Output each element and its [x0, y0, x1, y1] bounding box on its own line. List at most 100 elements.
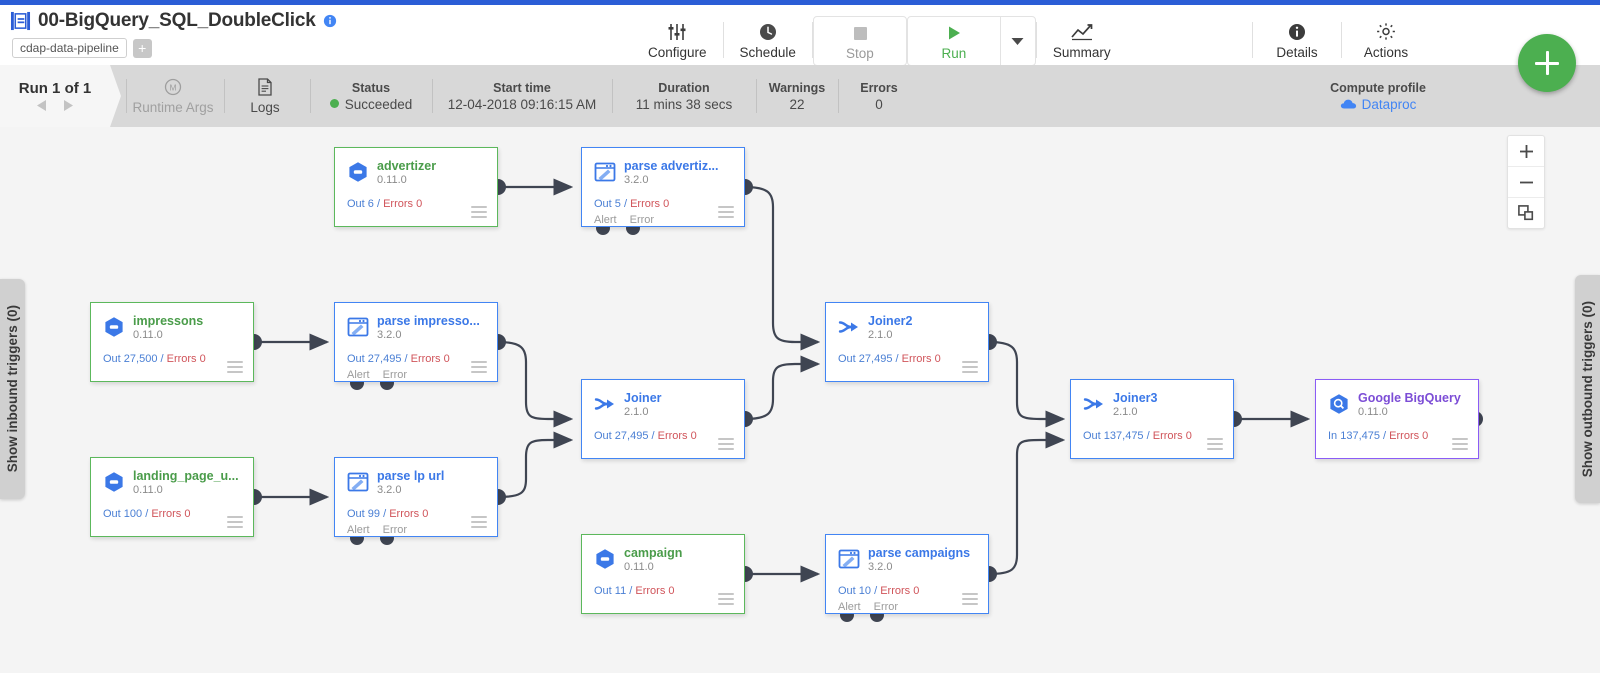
- zoom-out-button[interactable]: [1508, 166, 1544, 197]
- node-joiner3[interactable]: Joiner3 2.1.0 Out 137,475 / Errors 0: [1070, 379, 1234, 459]
- caret-left-icon[interactable]: [36, 99, 47, 112]
- node-header: Joiner2 2.1.0: [826, 303, 988, 341]
- source-hexagon-icon: [596, 549, 614, 569]
- zoom-in-button[interactable]: [1508, 136, 1544, 166]
- caret-right-icon[interactable]: [63, 99, 74, 112]
- node-menu-button[interactable]: [718, 593, 734, 605]
- node-joiner2[interactable]: Joiner2 2.1.0 Out 27,495 / Errors 0: [825, 302, 989, 382]
- run-button[interactable]: Run: [908, 22, 1000, 61]
- summary-button[interactable]: Summary: [1037, 10, 1127, 70]
- node-menu-button[interactable]: [471, 516, 487, 528]
- node-text: Google BigQuery 0.11.0: [1358, 392, 1461, 418]
- joiner-icon: [594, 398, 614, 410]
- node-parse-campaigns[interactable]: parse campaigns 3.2.0 Out 10 / Errors 0 …: [825, 534, 989, 614]
- node-metrics: Out 137,475 / Errors 0: [1083, 430, 1192, 442]
- node-menu-button[interactable]: [962, 593, 978, 605]
- node-landing-page-url[interactable]: landing_page_u... 0.11.0 Out 100 / Error…: [90, 457, 254, 537]
- stop-button[interactable]: Stop: [814, 22, 906, 61]
- node-parse-impressions[interactable]: parse impresso... 3.2.0 Out 27,495 / Err…: [334, 302, 498, 382]
- node-name: Joiner2: [868, 315, 913, 328]
- node-menu-button[interactable]: [1452, 438, 1468, 450]
- add-plugin-fab-button[interactable]: [1518, 34, 1576, 92]
- node-google-bigquery[interactable]: Google BigQuery 0.11.0 In 137,475 / Erro…: [1315, 379, 1479, 459]
- wrangler-icon: [838, 549, 860, 569]
- node-impressons[interactable]: impressons 0.11.0 Out 27,500 / Errors 0: [90, 302, 254, 382]
- node-metrics: In 137,475 / Errors 0: [1328, 430, 1429, 442]
- node-parse-advertizer[interactable]: parse advertiz... 3.2.0 Out 5 / Errors 0…: [581, 147, 745, 227]
- runtime-args-button[interactable]: M Runtime Args: [128, 65, 218, 127]
- node-text: landing_page_u... 0.11.0: [133, 470, 239, 496]
- status-divider-1: [126, 79, 127, 113]
- node-version: 0.11.0: [133, 484, 163, 496]
- node-menu-button[interactable]: [718, 206, 734, 218]
- node-menu-button[interactable]: [962, 361, 978, 373]
- start-time-value: 12-04-2018 09:16:15 AM: [447, 96, 597, 112]
- errors-field: Errors 0: [840, 65, 918, 127]
- schedule-button[interactable]: Schedule: [724, 10, 812, 70]
- alert-port-label[interactable]: Alert: [838, 601, 861, 613]
- node-version: 2.1.0: [624, 406, 649, 418]
- alert-port-label[interactable]: Alert: [347, 524, 370, 536]
- error-port-label[interactable]: Error: [383, 524, 407, 536]
- node-advertizer[interactable]: advertizer 0.11.0 Out 6 / Errors 0: [334, 147, 498, 227]
- edge-joiner2-joiner3: [988, 340, 1066, 428]
- node-version: 3.2.0: [377, 484, 402, 496]
- fit-to-screen-button[interactable]: [1508, 197, 1544, 228]
- node-parse-lp-url[interactable]: parse lp url 3.2.0 Out 99 / Errors 0 Ale…: [334, 457, 498, 537]
- alert-port-label[interactable]: Alert: [594, 214, 617, 226]
- node-error-count: Errors 0: [410, 353, 450, 365]
- node-text: parse advertiz... 3.2.0: [624, 160, 719, 186]
- error-port-label[interactable]: Error: [874, 601, 898, 613]
- node-name: landing_page_u...: [133, 470, 239, 483]
- details-button[interactable]: Details: [1253, 10, 1341, 70]
- node-name: parse campaigns: [868, 547, 971, 560]
- add-tag-button[interactable]: +: [132, 38, 152, 58]
- node-name: Google BigQuery: [1358, 392, 1461, 405]
- logs-button[interactable]: Logs: [226, 65, 304, 127]
- node-menu-button[interactable]: [471, 361, 487, 373]
- pipeline-canvas[interactable]: advertizer 0.11.0 Out 6 / Errors 0 parse: [0, 127, 1600, 673]
- alert-port-label[interactable]: Alert: [347, 369, 370, 381]
- node-menu-button[interactable]: [1207, 438, 1223, 450]
- stop-square-icon: [850, 22, 870, 44]
- node-menu-button[interactable]: [227, 361, 243, 373]
- node-header: Joiner 2.1.0: [582, 380, 744, 418]
- node-name: impressons: [133, 315, 204, 328]
- status-badge: Succeeded: [329, 97, 412, 112]
- header-toolbar: Configure Schedule Stop Run Summary: [632, 10, 1127, 70]
- outbound-triggers-tab[interactable]: Show outbound triggers (0): [1575, 275, 1600, 503]
- gear-icon: [1375, 21, 1397, 43]
- node-menu-button[interactable]: [718, 438, 734, 450]
- pipeline-tag[interactable]: cdap-data-pipeline: [12, 38, 127, 58]
- clock-icon: [758, 21, 778, 43]
- details-label: Details: [1276, 44, 1318, 60]
- info-icon[interactable]: [323, 14, 337, 28]
- node-text: impressons 0.11.0: [133, 315, 203, 341]
- node-name: campaign: [624, 547, 683, 560]
- node-menu-button[interactable]: [227, 516, 243, 528]
- inbound-triggers-tab[interactable]: Show inbound triggers (0): [0, 279, 25, 499]
- node-campaign[interactable]: campaign 0.11.0 Out 11 / Errors 0: [581, 534, 745, 614]
- actions-button[interactable]: Actions: [1342, 10, 1430, 70]
- play-triangle-icon: [944, 22, 964, 44]
- configure-label: Configure: [648, 44, 707, 60]
- node-version: 0.11.0: [624, 561, 654, 573]
- node-version: 0.11.0: [377, 174, 407, 186]
- run-dropdown-button[interactable]: [999, 17, 1035, 65]
- runtime-args-label: Runtime Args: [132, 100, 214, 115]
- edge-joiner-joiner2: [744, 355, 821, 421]
- error-port-label[interactable]: Error: [383, 369, 407, 381]
- macro-circle-icon: M: [164, 78, 182, 96]
- node-error-count: Errors 0: [901, 353, 941, 365]
- stop-button-box[interactable]: Stop: [812, 16, 907, 66]
- node-joiner[interactable]: Joiner 2.1.0 Out 27,495 / Errors 0: [581, 379, 745, 459]
- start-time-key: Start time: [493, 80, 551, 95]
- error-port-label[interactable]: Error: [630, 214, 654, 226]
- node-menu-button[interactable]: [471, 206, 487, 218]
- compute-profile-value-row[interactable]: Dataproc: [1340, 97, 1416, 112]
- configure-button[interactable]: Configure: [632, 10, 723, 70]
- node-out-count: Out 6: [347, 198, 374, 210]
- node-metrics: Out 10 / Errors 0: [838, 585, 920, 597]
- node-out-count: Out 5: [594, 198, 621, 210]
- bigquery-icon: [1330, 394, 1348, 414]
